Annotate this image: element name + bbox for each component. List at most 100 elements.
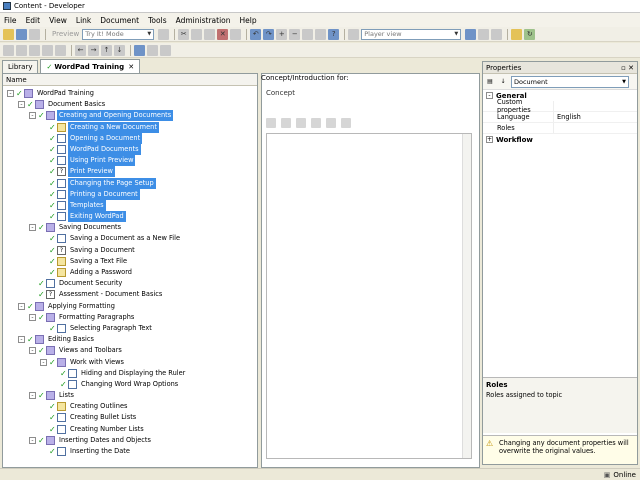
tree-node[interactable]: ✓ Exiting WordPad (3, 211, 257, 223)
menu-help[interactable]: Help (240, 16, 257, 25)
tree-node[interactable]: ✓ Using Print Preview (3, 155, 257, 167)
tree-node[interactable]: - ✓ Document Basics (3, 99, 257, 110)
tree-node[interactable]: - ✓ Editing Basics (3, 334, 257, 345)
print-icon[interactable] (29, 28, 40, 40)
preview-icon[interactable] (341, 118, 351, 128)
tree-node[interactable]: ✓ Changing the Page Setup (3, 177, 257, 189)
layout-2-icon[interactable] (478, 28, 490, 40)
tree-node[interactable]: ✓ Templates (3, 199, 257, 211)
copy-icon[interactable] (296, 118, 306, 128)
move-down-icon[interactable]: ↓ (114, 44, 125, 56)
tree-node[interactable]: - ✓ Applying Formatting (3, 301, 257, 312)
new-topic-icon[interactable] (55, 44, 66, 56)
cut-icon[interactable]: ✂ (178, 28, 190, 40)
find-icon[interactable] (230, 28, 242, 40)
menu-edit[interactable]: Edit (26, 16, 41, 25)
tree-node[interactable]: ✓ Inserting the Date (3, 446, 257, 457)
property-value[interactable]: English (553, 112, 637, 122)
save-icon[interactable] (16, 28, 27, 40)
tree-node[interactable]: - ✓ Lists (3, 390, 257, 401)
tree-node[interactable]: ✓ Adding a Password (3, 267, 257, 278)
tree-node[interactable]: - ✓ Saving Documents (3, 222, 257, 233)
tree-node[interactable]: - ✓ Formatting Paragraphs (3, 312, 257, 323)
tree-node[interactable]: ✓? Print Preview (3, 166, 257, 178)
tree-node[interactable]: ✓ Hiding and Displaying the Ruler (3, 368, 257, 379)
move-left-icon[interactable]: ← (75, 44, 86, 56)
pencil-icon[interactable] (311, 118, 321, 128)
categorized-icon[interactable]: ▤ (485, 77, 495, 87)
name-column-header[interactable]: Name (3, 74, 257, 86)
move-right-icon[interactable]: → (88, 44, 99, 56)
tree-node[interactable]: ✓ Creating a New Document (3, 121, 257, 133)
collapse-icon[interactable]: − (289, 28, 301, 40)
menu-file[interactable]: File (4, 16, 17, 25)
menu-view[interactable]: View (49, 16, 67, 25)
collapse-icon[interactable]: - (7, 90, 14, 97)
property-value[interactable] (553, 101, 637, 111)
concept-editor[interactable] (266, 133, 472, 459)
property-row[interactable]: Roles (483, 123, 637, 134)
menu-tools[interactable]: Tools (148, 16, 166, 25)
menu-document[interactable]: Document (100, 16, 139, 25)
layout-3-icon[interactable] (491, 28, 503, 40)
property-row[interactable]: Custom properties (483, 98, 637, 114)
expand-icon[interactable]: + (486, 136, 493, 143)
tree-node[interactable]: - ✓ Creating and Opening Documents (3, 110, 257, 122)
unlink-icon[interactable] (147, 44, 158, 56)
player-view-combo[interactable]: Player view ▼ (361, 28, 462, 40)
tree-node[interactable]: - ✓ WordPad Training (3, 88, 257, 99)
menu-administration[interactable]: Administration (176, 16, 231, 25)
player-icon[interactable] (348, 28, 360, 40)
tree-node[interactable]: ✓ Saving a Text File (3, 256, 257, 267)
property-value[interactable] (553, 123, 637, 133)
tree-node[interactable]: - ✓ Work with Views (3, 357, 257, 368)
new-module-icon[interactable] (29, 44, 40, 56)
tree-node[interactable]: - ✓ Inserting Dates and Objects (3, 435, 257, 446)
window-icon[interactable] (511, 28, 523, 40)
close-icon[interactable]: ✕ (128, 63, 134, 71)
expand-icon[interactable]: + (276, 28, 288, 40)
alphabetical-icon[interactable]: ↓ (498, 77, 508, 87)
tree-node[interactable]: ✓ Opening a Document (3, 132, 257, 144)
tree-node[interactable]: ✓ Creating Bullet Lists (3, 412, 257, 423)
close-icon[interactable]: ✕ (628, 64, 634, 72)
move-up-icon[interactable]: ↑ (101, 44, 112, 56)
property-row[interactable]: Language English (483, 112, 637, 123)
tree-node[interactable]: ✓ Selecting Paragraph Text (3, 323, 257, 334)
tab-wordpad-training[interactable]: ✓ WordPad Training ✕ (40, 59, 141, 73)
tree-node[interactable]: ✓ WordPad Documents (3, 143, 257, 155)
mode-combo[interactable]: Try It! Mode ▼ (82, 28, 155, 40)
tree-node[interactable]: ✓ Document Security (3, 278, 257, 289)
delete-icon[interactable]: ✕ (217, 28, 229, 40)
vertical-scrollbar[interactable] (462, 134, 471, 458)
collapse-icon[interactable]: - (29, 313, 36, 321)
new-section-icon[interactable] (42, 44, 53, 56)
check-icon[interactable] (315, 28, 327, 40)
layout-1-icon[interactable] (465, 28, 477, 40)
preview-button[interactable]: Preview (52, 30, 79, 38)
link-icon[interactable] (266, 118, 276, 128)
link-icon[interactable] (134, 44, 145, 56)
collapse-icon[interactable]: - (29, 347, 36, 355)
tree-node[interactable]: ✓ Creating Number Lists (3, 424, 257, 435)
collapse-icon[interactable]: - (18, 302, 25, 310)
collapse-icon[interactable]: - (29, 224, 36, 232)
record-icon[interactable] (160, 44, 171, 56)
undo-icon[interactable]: ↶ (250, 28, 262, 40)
collapse-icon[interactable]: - (18, 101, 25, 109)
tree-node[interactable]: ✓ Saving a Document as a New File (3, 233, 257, 244)
tree-node[interactable]: ✓? Assessment - Document Basics (3, 289, 257, 300)
collapse-icon[interactable]: - (29, 392, 36, 400)
document-icon[interactable] (281, 118, 291, 128)
tab-library[interactable]: Library (2, 60, 39, 73)
collapse-icon[interactable]: - (18, 336, 25, 344)
properties-icon[interactable] (158, 28, 170, 40)
binoculars-icon[interactable] (302, 28, 314, 40)
help-icon[interactable]: ? (328, 28, 340, 40)
tools-icon[interactable] (326, 118, 336, 128)
collapse-icon[interactable]: - (29, 112, 36, 120)
tree-node[interactable]: ✓? Saving a Document (3, 245, 257, 256)
indent-icon[interactable] (16, 44, 27, 56)
collapse-icon[interactable]: - (40, 358, 47, 366)
object-combo[interactable]: Document ▼ (511, 75, 629, 88)
